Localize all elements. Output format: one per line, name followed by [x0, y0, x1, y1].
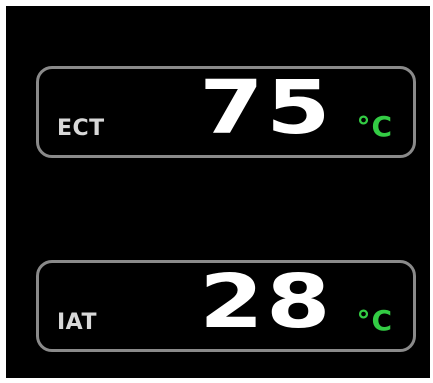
iat-value: 28 — [199, 259, 333, 345]
ect-label: ECT — [57, 116, 105, 141]
iat-unit: °C — [356, 304, 393, 337]
iat-gauge: IAT 28 °C — [36, 260, 416, 352]
gauge-display: ECT 75 °C IAT 28 °C — [6, 6, 430, 378]
ect-unit: °C — [356, 110, 393, 143]
ect-value: 75 — [199, 65, 333, 151]
iat-label: IAT — [57, 310, 98, 335]
ect-gauge: ECT 75 °C — [36, 66, 416, 158]
